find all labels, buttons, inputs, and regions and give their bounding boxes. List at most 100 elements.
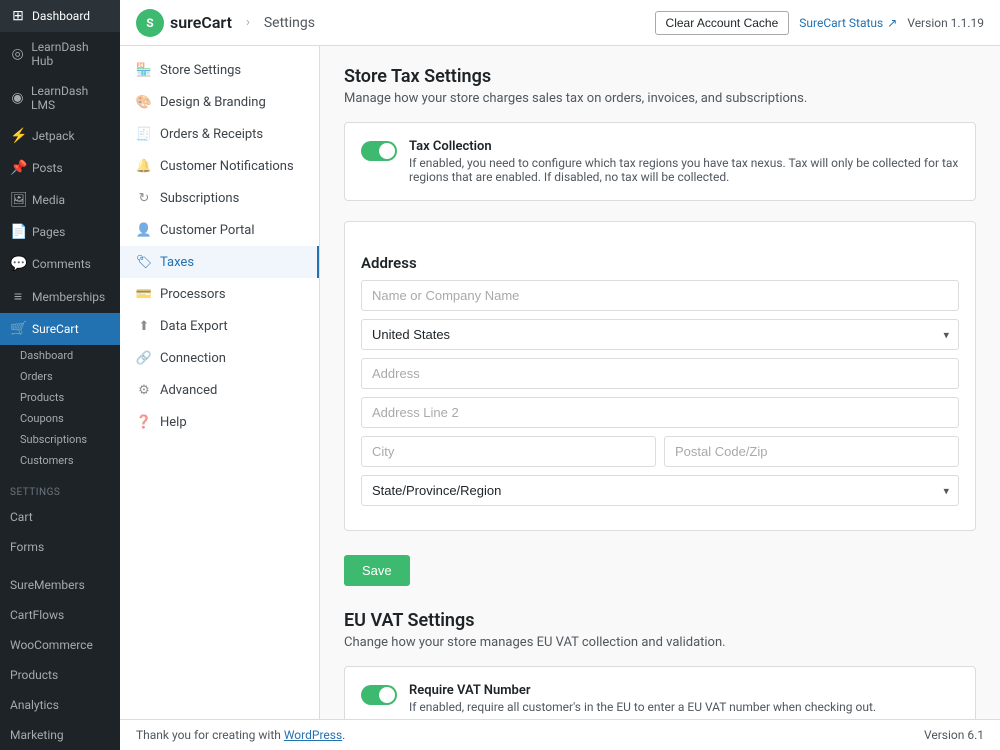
surecart-sub-subscriptions[interactable]: Subscriptions xyxy=(0,429,120,450)
subscriptions-icon: ↻ xyxy=(136,190,152,206)
city-postal-row xyxy=(361,436,959,467)
sidebar-item-marketing[interactable]: Marketing xyxy=(0,720,120,750)
footer-text: Thank you for creating with WordPress. xyxy=(136,728,345,742)
sc-nav-orders-receipts[interactable]: 🧾 Orders & Receipts xyxy=(120,118,319,150)
sidebar-item-suremembers[interactable]: SureMembers xyxy=(0,570,120,600)
surecart-sub-customers[interactable]: Customers xyxy=(0,450,120,471)
sidebar-item-forms[interactable]: Forms xyxy=(0,532,120,562)
state-select-wrapper: State/Province/Region ▾ xyxy=(361,475,959,506)
require-vat-row: Require VAT Number If enabled, require a… xyxy=(361,683,959,714)
footer-version: Version 6.1 xyxy=(924,728,984,742)
logo: S sureCart xyxy=(136,9,232,37)
pages-icon: 📄 xyxy=(10,224,26,240)
surecart-sub-coupons[interactable]: Coupons xyxy=(0,408,120,429)
address-input[interactable] xyxy=(361,358,959,389)
eu-vat-card: Require VAT Number If enabled, require a… xyxy=(344,666,976,719)
address2-input[interactable] xyxy=(361,397,959,428)
sidebar-item-analytics[interactable]: Analytics xyxy=(0,690,120,720)
sidebar-item-dashboard[interactable]: ⊞ Dashboard xyxy=(0,0,120,32)
address-section-title: Address xyxy=(361,254,959,272)
store-tax-desc: Manage how your store charges sales tax … xyxy=(344,91,976,106)
content-row: 🏪 Store Settings 🎨 Design & Branding 🧾 O… xyxy=(120,46,1000,719)
sc-nav-design-branding[interactable]: 🎨 Design & Branding xyxy=(120,86,319,118)
sidebar-item-products[interactable]: Products xyxy=(0,660,120,690)
learndash-hub-icon: ◎ xyxy=(10,46,25,62)
top-bar: S sureCart › Settings Clear Account Cach… xyxy=(120,0,1000,46)
sidebar-item-media[interactable]: 🖼 Media xyxy=(0,184,120,216)
require-vat-slider xyxy=(361,685,397,705)
postal-input[interactable] xyxy=(664,436,959,467)
sidebar-item-memberships[interactable]: ≡ Memberships xyxy=(0,280,120,313)
dashboard-icon: ⊞ xyxy=(10,8,26,24)
sc-nav-help[interactable]: ❓ Help xyxy=(120,406,319,438)
posts-icon: 📌 xyxy=(10,160,26,176)
sidebar-item-jetpack[interactable]: ⚡ Jetpack xyxy=(0,120,120,152)
sidebar-item-cartflows[interactable]: CartFlows xyxy=(0,600,120,630)
state-select[interactable]: State/Province/Region xyxy=(361,475,959,506)
page-title: Settings xyxy=(264,15,315,31)
save-button-1[interactable]: Save xyxy=(344,555,410,586)
wordpress-link[interactable]: WordPress xyxy=(284,728,342,742)
sidebar-item-learndash-lms[interactable]: ◉ LearnDash LMS xyxy=(0,76,120,120)
address-card: Address United States United Kingdom Can… xyxy=(344,221,976,531)
city-input[interactable] xyxy=(361,436,656,467)
processors-icon: 💳 xyxy=(136,286,152,302)
sc-nav-subscriptions[interactable]: ↻ Subscriptions xyxy=(120,182,319,214)
sidebar-item-surecart[interactable]: 🛒 SureCart xyxy=(0,313,120,345)
require-vat-toggle[interactable] xyxy=(361,685,397,705)
clear-cache-button[interactable]: Clear Account Cache xyxy=(655,11,790,35)
design-branding-icon: 🎨 xyxy=(136,94,152,110)
state-select-wrapper-outer: State/Province/Region ▾ xyxy=(361,475,959,506)
sidebar-item-woocommerce[interactable]: WooCommerce xyxy=(0,630,120,660)
tax-collection-slider xyxy=(361,141,397,161)
orders-receipts-icon: 🧾 xyxy=(136,126,152,142)
country-select-wrapper: United States United Kingdom Canada Aust… xyxy=(361,319,959,350)
sidebar-item-cart[interactable]: Cart xyxy=(0,502,120,532)
comments-icon: 💬 xyxy=(10,256,26,272)
name-company-input[interactable] xyxy=(361,280,959,311)
customer-portal-icon: 👤 xyxy=(136,222,152,238)
sc-nav-customer-notifications[interactable]: 🔔 Customer Notifications xyxy=(120,150,319,182)
sc-nav-advanced[interactable]: ⚙ Advanced xyxy=(120,374,319,406)
sc-nav-store-settings[interactable]: 🏪 Store Settings xyxy=(120,54,319,86)
country-select[interactable]: United States United Kingdom Canada Aust… xyxy=(361,319,959,350)
sc-nav-taxes[interactable]: 🏷 Taxes xyxy=(120,246,319,278)
sc-settings-sidebar: 🏪 Store Settings 🎨 Design & Branding 🧾 O… xyxy=(120,46,320,719)
require-vat-desc: If enabled, require all customer's in th… xyxy=(409,700,876,714)
surecart-icon: 🛒 xyxy=(10,321,26,337)
surecart-status-link[interactable]: SureCart Status ↗ xyxy=(799,16,897,30)
sc-nav-connection[interactable]: 🔗 Connection xyxy=(120,342,319,374)
wp-sidebar: ⊞ Dashboard ◎ LearnDash Hub ◉ LearnDash … xyxy=(0,0,120,750)
sc-nav-processors[interactable]: 💳 Processors xyxy=(120,278,319,310)
sc-nav-data-export[interactable]: ⬆ Data Export xyxy=(120,310,319,342)
memberships-icon: ≡ xyxy=(10,288,26,305)
sidebar-item-pages[interactable]: 📄 Pages xyxy=(0,216,120,248)
sidebar-item-comments[interactable]: 💬 Comments xyxy=(0,248,120,280)
surecart-sub-dashboard[interactable]: Dashboard xyxy=(0,345,120,366)
settings-section-label: Settings xyxy=(0,483,120,502)
help-icon: ❓ xyxy=(136,414,152,430)
sidebar-item-learndash-hub[interactable]: ◎ LearnDash Hub xyxy=(0,32,120,76)
sc-nav-customer-portal[interactable]: 👤 Customer Portal xyxy=(120,214,319,246)
surecart-sub-orders[interactable]: Orders xyxy=(0,366,120,387)
data-export-icon: ⬆ xyxy=(136,318,152,334)
sidebar-item-posts[interactable]: 📌 Posts xyxy=(0,152,120,184)
eu-vat-title: EU VAT Settings xyxy=(344,610,976,631)
learndash-lms-icon: ◉ xyxy=(10,90,25,106)
version-label: Version 1.1.19 xyxy=(907,16,984,30)
advanced-icon: ⚙ xyxy=(136,382,152,398)
require-vat-text: Require VAT Number If enabled, require a… xyxy=(409,683,876,714)
media-icon: 🖼 xyxy=(10,192,26,208)
tax-collection-toggle[interactable] xyxy=(361,141,397,161)
tax-collection-card: Tax Collection If enabled, you need to c… xyxy=(344,122,976,201)
store-settings-icon: 🏪 xyxy=(136,62,152,78)
require-vat-label: Require VAT Number xyxy=(409,683,876,698)
surecart-sub-products[interactable]: Products xyxy=(0,387,120,408)
eu-vat-desc: Change how your store manages EU VAT col… xyxy=(344,635,976,650)
taxes-icon: 🏷 xyxy=(136,254,152,270)
tax-collection-row: Tax Collection If enabled, you need to c… xyxy=(361,139,959,184)
store-tax-title: Store Tax Settings xyxy=(344,66,976,87)
main-panel: Store Tax Settings Manage how your store… xyxy=(320,46,1000,719)
tax-collection-label: Tax Collection xyxy=(409,139,959,154)
tax-collection-text: Tax Collection If enabled, you need to c… xyxy=(409,139,959,184)
